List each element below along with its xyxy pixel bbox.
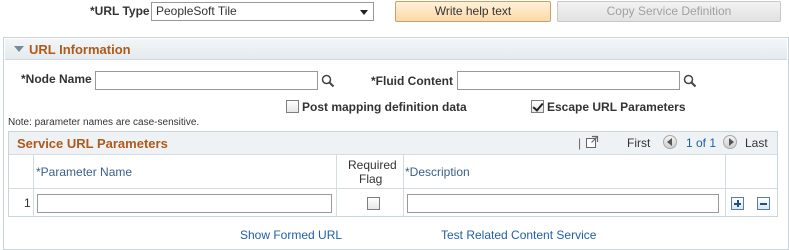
collapse-triangle-icon[interactable] [14, 46, 24, 52]
grid-separator: | [578, 136, 582, 150]
add-row-icon[interactable] [731, 197, 744, 210]
grid-title-bar: Service URL Parameters | First 1 of 1 La… [9, 132, 777, 155]
show-formed-url-link[interactable]: Show Formed URL [240, 228, 342, 242]
col-header-required-flag-line2: Flag [359, 172, 383, 186]
next-icon[interactable] [723, 135, 737, 149]
post-mapping-checkbox[interactable] [286, 100, 299, 113]
node-name-input[interactable] [95, 71, 318, 90]
service-url-parameters-grid: Service URL Parameters | First 1 of 1 La… [8, 131, 778, 217]
col-header-description[interactable]: *Description [405, 165, 470, 179]
section-header[interactable]: URL Information [5, 39, 787, 60]
fluid-content-input[interactable] [457, 71, 680, 90]
post-mapping-label: Post mapping definition data [302, 100, 467, 114]
parameter-name-input[interactable] [37, 194, 332, 213]
grid-row-range: 1 of 1 [686, 136, 717, 150]
delete-row-icon[interactable] [757, 197, 770, 210]
grid-popout-icon[interactable] [585, 135, 599, 149]
col-header-required-flag-line1: Required [348, 158, 397, 172]
node-name-label: *Node Name [21, 72, 92, 86]
col-header-parameter-name[interactable]: *Parameter Name [36, 165, 132, 179]
url-type-select[interactable]: PeopleSoft Tile [151, 2, 374, 21]
case-sensitive-note: Note: parameter names are case-sensitive… [8, 117, 200, 128]
escape-url-parameters-label: Escape URL Parameters [547, 100, 686, 114]
row-number: 1 [24, 196, 31, 210]
column-divider [336, 155, 337, 217]
grid-first-label[interactable]: First [627, 136, 650, 150]
copy-service-definition-button[interactable]: Copy Service Definition [557, 1, 781, 22]
column-divider [725, 155, 726, 217]
required-flag-checkbox[interactable] [367, 197, 380, 210]
grid-last-label[interactable]: Last [745, 136, 768, 150]
url-type-label: *URL Type [90, 4, 150, 18]
column-divider [403, 155, 404, 217]
test-related-content-service-link[interactable]: Test Related Content Service [441, 228, 596, 242]
search-icon[interactable] [683, 74, 697, 88]
url-type-selected: PeopleSoft Tile [156, 4, 237, 18]
previous-icon[interactable] [663, 135, 677, 149]
write-help-button[interactable]: Write help text [395, 1, 551, 22]
grid-title: Service URL Parameters [17, 136, 168, 151]
chevron-down-icon [360, 10, 368, 15]
header-row-divider [9, 188, 777, 189]
column-divider [33, 155, 34, 217]
section-title: URL Information [29, 42, 131, 57]
description-input[interactable] [407, 194, 719, 213]
escape-url-parameters-checkbox[interactable] [531, 100, 544, 113]
fluid-content-label: *Fluid Content [371, 74, 453, 88]
search-icon[interactable] [321, 74, 335, 88]
